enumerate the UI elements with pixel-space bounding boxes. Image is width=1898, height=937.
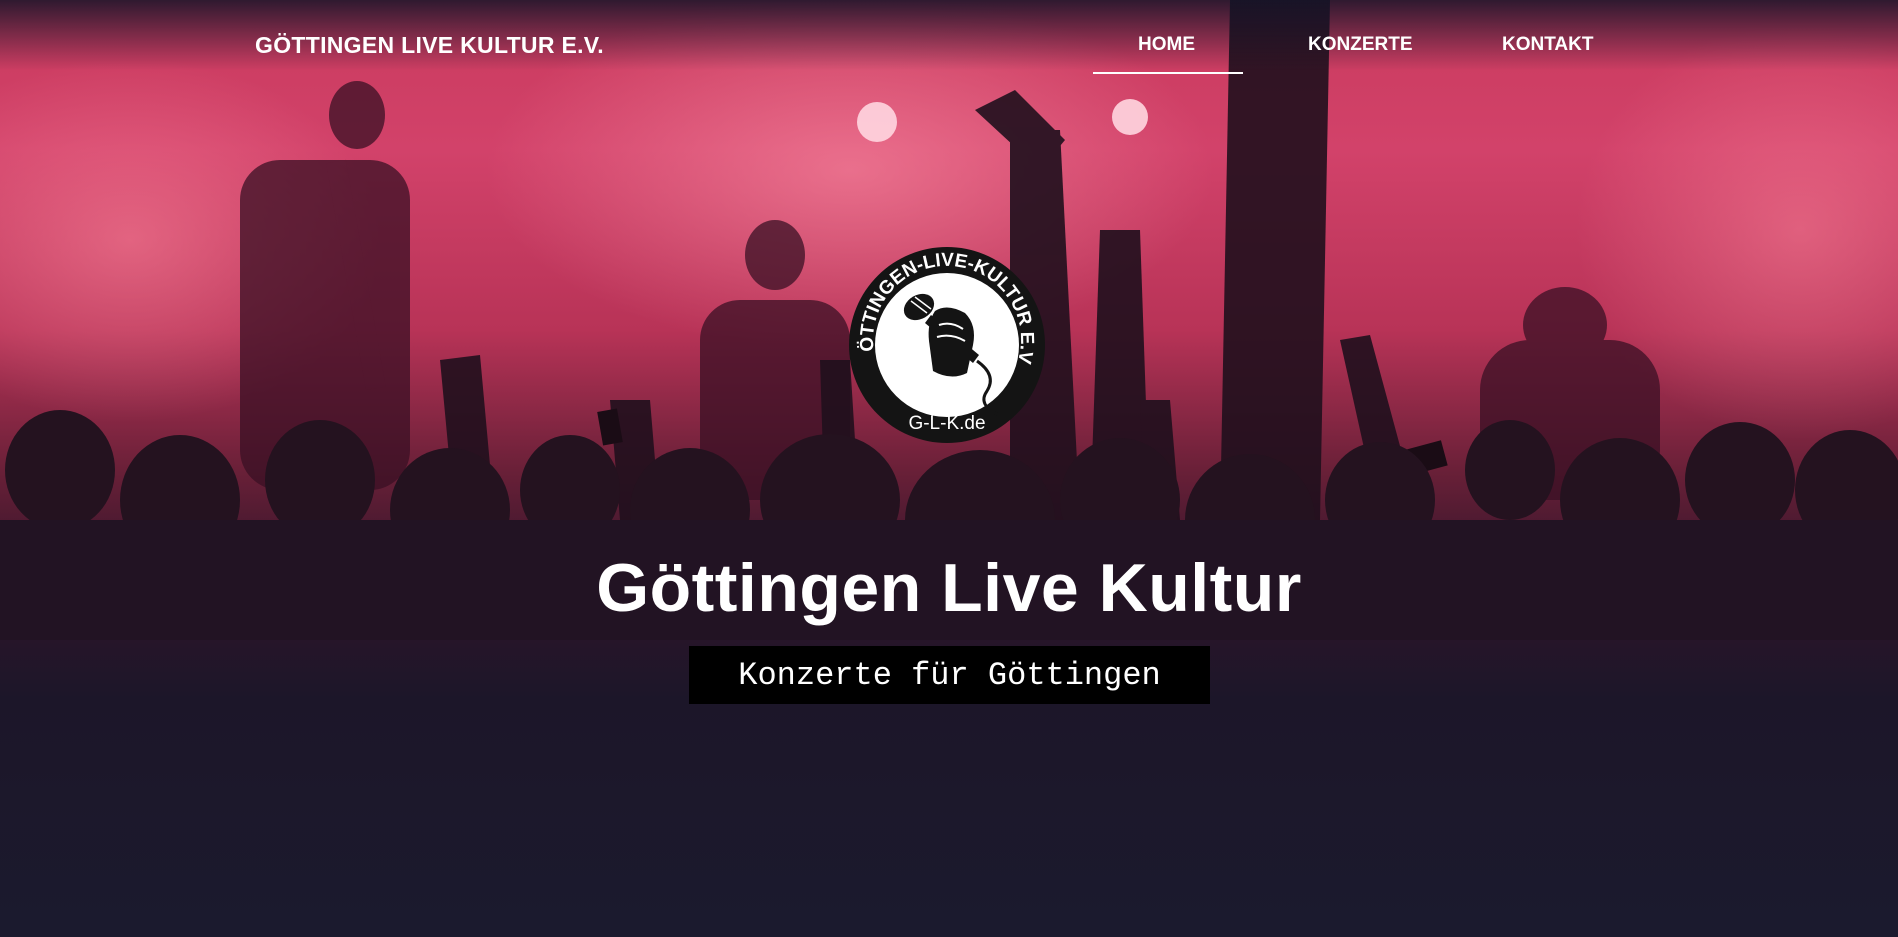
nav-konzerte-link[interactable]: KONZERTE (1308, 34, 1413, 56)
hero-subtitle-box: Konzerte für Göttingen (689, 646, 1210, 704)
top-navbar: GÖTTINGEN LIVE KULTUR E.V. HOME KONZERTE… (0, 0, 1898, 80)
brand-link[interactable]: GÖTTINGEN LIVE KULTUR E.V. (255, 32, 604, 59)
nav-home-link[interactable]: HOME (1138, 34, 1195, 56)
nav-kontakt-link[interactable]: KONTAKT (1502, 34, 1593, 56)
concert-crowd-background (0, 0, 1898, 640)
logo-bottom-text: G-L-K.de (908, 413, 985, 434)
hero-title: Göttingen Live Kultur (596, 550, 1302, 626)
hero-section (0, 0, 1898, 937)
hero-subtitle: Konzerte für Göttingen (738, 656, 1161, 694)
active-nav-indicator (1093, 72, 1243, 74)
glk-logo: GÖTTINGEN-LIVE-KULTUR E.V. G-L-K.de (847, 245, 1045, 443)
